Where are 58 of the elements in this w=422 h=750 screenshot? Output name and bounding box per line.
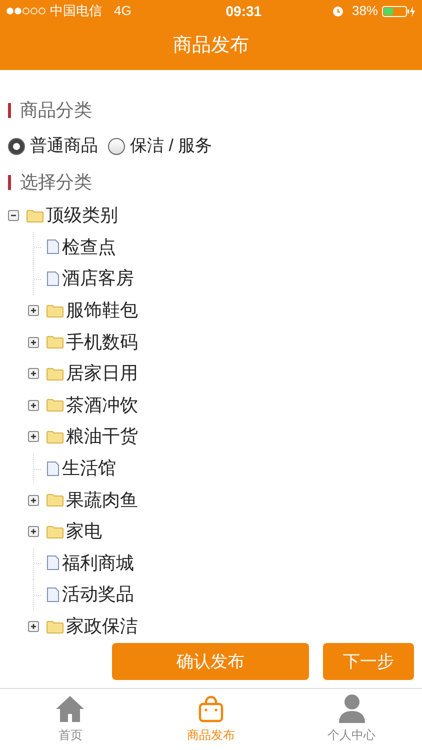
tree-item-label[interactable]: 顶级类别 (46, 202, 118, 230)
tree-item-label[interactable]: 粮油干货 (66, 423, 138, 450)
network-type: 4G (114, 2, 132, 20)
signal-icon (6, 7, 46, 15)
radio-label[interactable]: 保洁 / 服务 (130, 133, 212, 159)
expand-icon[interactable] (28, 526, 39, 538)
folder-icon (46, 366, 64, 381)
folder-icon (46, 398, 64, 412)
person-icon (338, 693, 366, 723)
tree-item-label[interactable]: 家政保洁 (66, 613, 138, 640)
expand-icon[interactable] (28, 368, 39, 380)
file-icon (46, 555, 60, 572)
shopping-bag-icon (197, 695, 225, 723)
tree-item-label[interactable]: 酒店客房 (62, 265, 134, 292)
page-title: 商品发布 (173, 34, 249, 58)
radio-button[interactable] (108, 138, 125, 154)
expand-icon[interactable] (28, 400, 39, 411)
radio-label[interactable]: 普通商品 (30, 133, 98, 159)
section-marker (8, 174, 11, 190)
section-title: 选择分类 (20, 170, 92, 194)
tab-item[interactable]: 个人中心 (281, 689, 422, 750)
expand-icon[interactable] (28, 336, 39, 348)
home-icon (55, 695, 86, 723)
folder-icon (46, 304, 64, 318)
battery-icon (382, 6, 416, 16)
tree-item-label[interactable]: 果蔬肉鱼 (66, 486, 138, 514)
folder-icon (46, 493, 64, 508)
collapse-icon[interactable] (8, 210, 19, 222)
tree-item-label[interactable]: 福利商城 (62, 550, 134, 577)
tree-item-label[interactable]: 服饰鞋包 (66, 297, 138, 324)
tree-item-label[interactable]: 家电 (66, 518, 102, 546)
file-icon (46, 270, 60, 287)
carrier-name: 中国电信 (50, 2, 102, 20)
folder-icon (46, 620, 64, 634)
file-icon (46, 586, 60, 603)
tab-item[interactable]: 首页 (0, 689, 141, 750)
file-icon (46, 239, 60, 256)
alarm-icon (332, 5, 344, 17)
expand-icon[interactable] (28, 431, 39, 442)
expand-icon[interactable] (28, 494, 39, 506)
section-marker (8, 102, 11, 118)
battery-percent: 38% (352, 2, 378, 20)
expand-icon[interactable] (28, 305, 39, 316)
section-title: 商品分类 (20, 98, 92, 122)
folder-icon (46, 524, 64, 539)
tree-item-label[interactable]: 检查点 (62, 234, 116, 261)
folder-icon (26, 208, 44, 223)
tree-item-label[interactable]: 居家日用 (66, 360, 138, 388)
tree-item-label[interactable]: 茶酒冲饮 (66, 392, 138, 419)
tree-item-label[interactable]: 活动奖品 (62, 581, 134, 608)
clock-time: 09:31 (224, 2, 262, 20)
folder-icon (46, 335, 64, 350)
tree-item-label[interactable]: 生活馆 (62, 455, 116, 482)
file-icon (46, 460, 60, 477)
expand-icon[interactable] (28, 621, 39, 632)
folder-icon (46, 430, 64, 444)
radio-button[interactable] (8, 138, 25, 154)
tree-item-label[interactable]: 手机数码 (66, 328, 138, 356)
